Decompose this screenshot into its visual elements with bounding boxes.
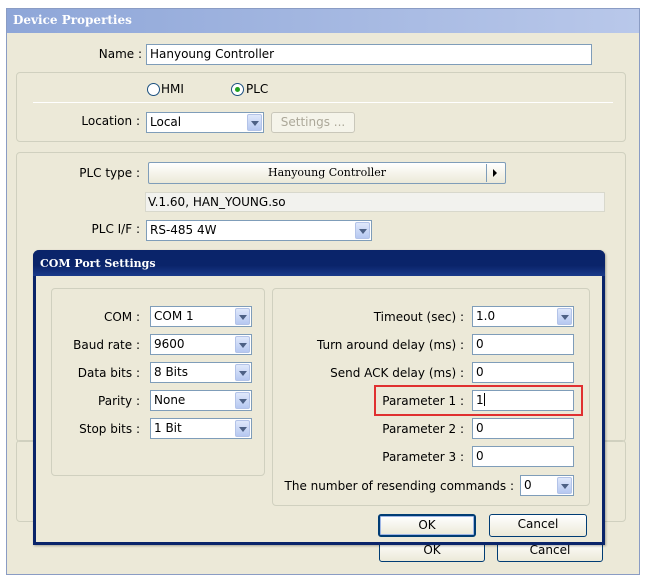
ok-button-label: OK xyxy=(418,518,436,532)
radio-hmi[interactable] xyxy=(147,83,160,96)
parity-select[interactable]: None xyxy=(150,390,252,411)
arrow-right-icon xyxy=(486,164,502,182)
location-separator xyxy=(33,102,613,103)
plc-if-select-value: RS-485 4W xyxy=(150,223,217,237)
cancel-button[interactable]: Cancel xyxy=(489,514,587,537)
driver-info: V.1.60, HAN_YOUNG.so xyxy=(148,195,286,209)
driver-info-field: V.1.60, HAN_YOUNG.so xyxy=(145,192,605,212)
resend-count-select-value: 0 xyxy=(524,478,532,492)
parameter1-value: 1 xyxy=(476,393,484,407)
parameter3-value: 0 xyxy=(476,449,484,463)
cancel-button-label: Cancel xyxy=(517,517,559,531)
text-caret xyxy=(483,393,485,406)
data-bits-select[interactable]: 8 Bits xyxy=(150,362,252,383)
dialog-title: COM Port Settings xyxy=(40,257,156,270)
baud-rate-label: Baud rate : xyxy=(73,338,140,352)
radio-plc[interactable] xyxy=(231,83,244,96)
parameter3-label: Parameter 3 : xyxy=(382,450,464,464)
data-bits-label: Data bits : xyxy=(77,366,140,380)
chevron-down-icon[interactable] xyxy=(235,420,250,437)
stop-bits-label: Stop bits : xyxy=(79,422,140,436)
chevron-down-icon[interactable] xyxy=(235,308,250,325)
parameter2-value: 0 xyxy=(476,421,484,435)
parameter1-input[interactable]: 1 xyxy=(472,390,574,411)
settings-button-label: Settings ... xyxy=(280,115,346,129)
com-port-titlebar[interactable]: COM Port Settings xyxy=(33,250,605,276)
chevron-down-icon[interactable] xyxy=(557,477,572,494)
chevron-down-icon[interactable] xyxy=(235,364,250,381)
timeout-select-value: 1.0 xyxy=(476,309,496,323)
timeout-select[interactable]: 1.0 xyxy=(472,306,574,327)
parity-select-value: None xyxy=(154,393,186,407)
plc-type-label: PLC type : xyxy=(79,166,140,180)
stop-bits-select-value: 1 Bit xyxy=(154,421,182,435)
parameter2-input[interactable]: 0 xyxy=(472,418,574,439)
com-select-value: COM 1 xyxy=(154,309,194,323)
plc-type-button[interactable]: Hanyoung Controller xyxy=(148,162,506,184)
baud-rate-select-value: 9600 xyxy=(154,337,185,351)
device-properties-titlebar[interactable]: Device Properties xyxy=(7,9,639,33)
name-label: Name : xyxy=(98,47,142,61)
chevron-down-icon[interactable] xyxy=(235,392,250,409)
window-title: Device Properties xyxy=(13,13,132,27)
plc-if-label: PLC I/F : xyxy=(91,222,140,236)
turnaround-delay-label: Turn around delay (ms) : xyxy=(316,338,464,352)
timeout-label: Timeout (sec) : xyxy=(373,310,464,324)
com-label: COM : xyxy=(103,310,140,324)
name-input[interactable]: Hanyoung Controller xyxy=(146,44,592,65)
turnaround-delay-value: 0 xyxy=(476,337,484,351)
baud-rate-select[interactable]: 9600 xyxy=(150,334,252,355)
data-bits-select-value: 8 Bits xyxy=(154,365,188,379)
location-label: Location : xyxy=(81,114,140,128)
ok-button[interactable]: OK xyxy=(378,514,476,537)
ack-delay-label: Send ACK delay (ms) : xyxy=(330,366,464,380)
resend-count-select[interactable]: 0 xyxy=(520,475,574,496)
chevron-down-icon[interactable] xyxy=(247,114,262,131)
plc-type-value: Hanyoung Controller xyxy=(267,166,386,179)
stop-bits-select[interactable]: 1 Bit xyxy=(150,418,252,439)
parity-label: Parity : xyxy=(98,394,140,408)
location-select-value: Local xyxy=(150,115,182,129)
chevron-down-icon[interactable] xyxy=(355,222,370,239)
name-input-value: Hanyoung Controller xyxy=(150,47,275,61)
turnaround-delay-input[interactable]: 0 xyxy=(472,334,574,355)
com-select[interactable]: COM 1 xyxy=(150,306,252,327)
device-properties-cancel-label: Cancel xyxy=(529,543,571,557)
ack-delay-value: 0 xyxy=(476,365,484,379)
settings-button: Settings ... xyxy=(271,112,355,133)
ack-delay-input[interactable]: 0 xyxy=(472,362,574,383)
location-select[interactable]: Local xyxy=(146,112,264,133)
device-properties-ok-label: OK xyxy=(423,543,441,557)
radio-plc-label[interactable]: PLC xyxy=(246,82,268,96)
parameter3-input[interactable]: 0 xyxy=(472,446,574,467)
resend-count-label: The number of resending commands : xyxy=(284,479,514,493)
chevron-down-icon[interactable] xyxy=(557,308,572,325)
parameter2-label: Parameter 2 : xyxy=(382,422,464,436)
plc-if-select[interactable]: RS-485 4W xyxy=(146,220,372,241)
chevron-down-icon[interactable] xyxy=(235,336,250,353)
parameter1-label: Parameter 1 : xyxy=(382,394,464,408)
radio-hmi-label[interactable]: HMI xyxy=(161,82,184,96)
